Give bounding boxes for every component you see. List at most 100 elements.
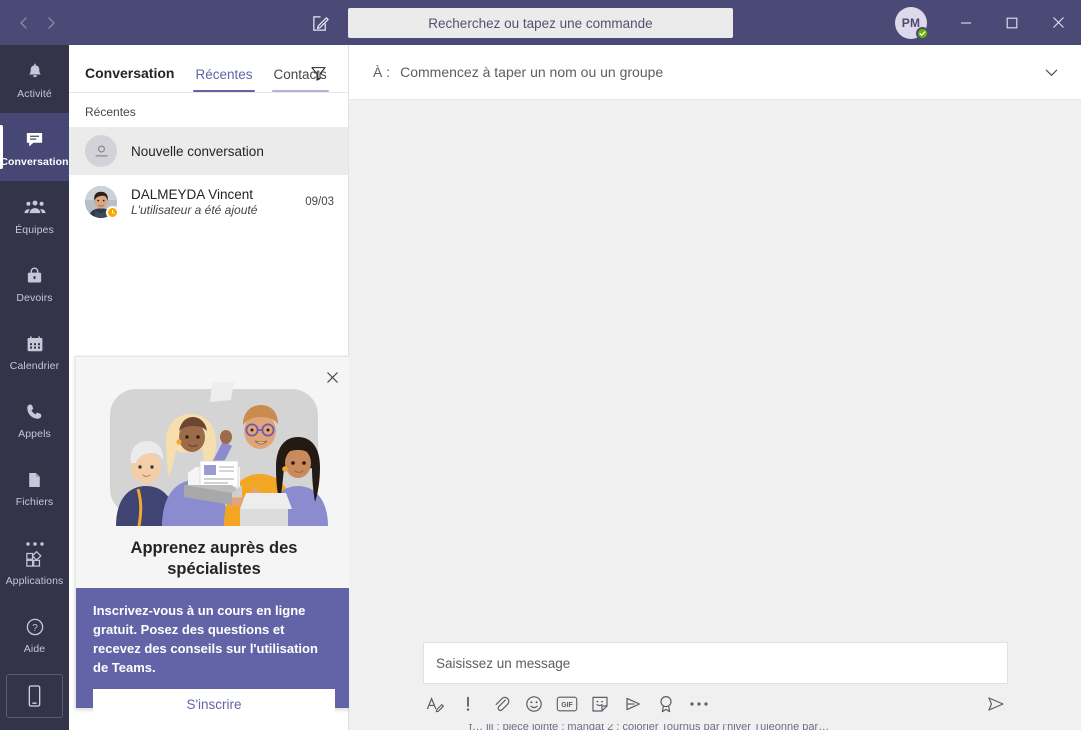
list-section-label: Récentes	[85, 105, 136, 119]
rail-item-equipes[interactable]: Équipes	[0, 181, 69, 249]
to-bar: À :	[349, 45, 1081, 100]
rail-label: Équipes	[15, 223, 54, 236]
calendar-icon	[25, 331, 45, 357]
attach-paperclip-icon[interactable]	[489, 692, 513, 716]
chevron-right-icon	[48, 16, 55, 29]
praise-badge-icon[interactable]	[654, 692, 678, 716]
chat-pane: À : Commencez à taper un nom ou un group…	[349, 45, 1081, 730]
rail-label: Calendrier	[9, 359, 60, 372]
download-mobile-app-button[interactable]	[6, 674, 63, 718]
minimize-icon	[961, 21, 971, 24]
message-history	[349, 100, 1081, 675]
search-input[interactable]	[348, 8, 733, 38]
compose-new-chat-button[interactable]	[306, 9, 334, 37]
composer-toolbar: GIF	[423, 684, 1008, 724]
composer-more-icon[interactable]	[687, 692, 711, 716]
list-item-preview: L'utilisateur a été ajouté	[131, 203, 258, 217]
minimize-button[interactable]	[943, 0, 989, 45]
title-bar: PM	[0, 0, 1081, 45]
rail-label: Conversation	[0, 155, 69, 168]
list-item-body: Nouvelle conversation	[131, 144, 334, 159]
promo-footer: Inscrivez-vous à un cours en ligne gratu…	[76, 588, 352, 720]
rail-label: Fichiers	[15, 495, 54, 508]
background-window-text: f… ill : pièce jointe : mandat 2 : color…	[469, 724, 830, 730]
promo-title: Apprenez auprès des spécialistes	[130, 539, 298, 579]
people-with-documents-illustration	[110, 382, 328, 526]
to-recipient-input[interactable]	[400, 64, 1039, 80]
emoji-smiley-icon[interactable]	[522, 692, 546, 716]
svg-text:GIF: GIF	[561, 702, 573, 709]
presence-available-badge	[916, 26, 929, 40]
promo-signup-button[interactable]: S'inscrire	[93, 689, 335, 720]
apps-icon	[24, 546, 45, 572]
list-item-timestamp: 09/03	[305, 196, 334, 208]
rail-item-applications[interactable]: Applications	[0, 532, 69, 600]
filter-button[interactable]	[308, 63, 328, 83]
teams-people-icon	[24, 195, 46, 221]
promo-close-button[interactable]	[320, 365, 344, 389]
bell-icon	[25, 59, 45, 85]
chevron-left-icon	[20, 16, 27, 29]
check-icon	[919, 30, 926, 36]
message-composer: GIF	[349, 642, 1081, 730]
rail-item-fichiers[interactable]: Fichiers	[0, 453, 69, 521]
promo-card: Apprenez auprès des spécialistes Inscriv…	[75, 356, 353, 720]
message-input[interactable]	[436, 655, 995, 671]
maximize-button[interactable]	[989, 0, 1035, 45]
rail-item-aide[interactable]: ? Aide	[0, 600, 69, 668]
compose-new-chat-icon	[312, 15, 329, 31]
generic-person-icon	[85, 135, 117, 167]
rail-item-devoirs[interactable]: Devoirs	[0, 249, 69, 317]
maximize-icon	[1006, 17, 1018, 28]
send-button[interactable]	[984, 692, 1008, 716]
send-paper-plane-icon	[988, 697, 1004, 711]
file-icon	[26, 467, 43, 493]
rail-item-appels[interactable]: Appels	[0, 385, 69, 453]
background-window-sliver: f… ill : pièce jointe : mandat 2 : color…	[349, 724, 1081, 730]
rail-label: Applications	[5, 574, 64, 587]
expand-recipients-button[interactable]	[1039, 60, 1063, 84]
filter-funnel-icon	[310, 66, 326, 81]
chat-icon	[24, 127, 45, 153]
rail-item-calendrier[interactable]: Calendrier	[0, 317, 69, 385]
rail-label: Aide	[23, 642, 46, 655]
nav-arrows	[0, 9, 75, 37]
rail-item-conversation[interactable]: Conversation	[0, 113, 69, 181]
rail-bottom-group: Applications ? Aide	[0, 532, 69, 730]
phone-call-icon	[25, 399, 44, 425]
assignments-bag-icon	[25, 263, 44, 289]
teams-window: PM	[0, 0, 1081, 730]
list-item-nouvelle-conversation[interactable]: Nouvelle conversation	[69, 127, 348, 175]
to-label: À :	[373, 64, 391, 80]
stream-video-icon[interactable]	[621, 692, 645, 716]
chevron-down-icon	[1045, 69, 1057, 76]
forward-button[interactable]	[38, 9, 66, 37]
back-button[interactable]	[10, 9, 38, 37]
format-text-icon[interactable]	[423, 692, 447, 716]
svg-text:?: ?	[32, 623, 38, 634]
help-question-icon: ?	[25, 614, 45, 640]
window-controls: PM	[895, 0, 1081, 45]
promo-body: Inscrivez-vous à un cours en ligne gratu…	[93, 603, 318, 675]
gif-icon[interactable]: GIF	[555, 692, 579, 716]
list-tabs: Conversation Récentes Contacts	[69, 45, 348, 92]
message-box[interactable]	[423, 642, 1008, 684]
pane-title: Conversation	[85, 65, 175, 81]
sticker-icon[interactable]	[588, 692, 612, 716]
close-icon	[1052, 17, 1064, 28]
list-item-conversation[interactable]: DALMEYDA Vincent L'utilisateur a été ajo…	[69, 175, 348, 229]
rail-label: Appels	[18, 427, 51, 440]
tab-recentes[interactable]: Récentes	[193, 67, 255, 92]
rail-label: Activité	[17, 87, 52, 100]
close-button[interactable]	[1035, 0, 1081, 45]
user-avatar[interactable]: PM	[895, 6, 929, 40]
presence-away-badge	[106, 206, 119, 219]
close-x-icon	[326, 371, 338, 383]
clock-icon	[112, 209, 115, 214]
rail-label: Devoirs	[16, 291, 53, 304]
importance-icon[interactable]	[456, 692, 480, 716]
mobile-phone-icon	[28, 685, 41, 707]
list-item-body: DALMEYDA Vincent L'utilisateur a été ajo…	[131, 187, 299, 217]
list-item-title: DALMEYDA Vincent	[131, 187, 254, 202]
rail-item-activite[interactable]: Activité	[0, 45, 69, 113]
